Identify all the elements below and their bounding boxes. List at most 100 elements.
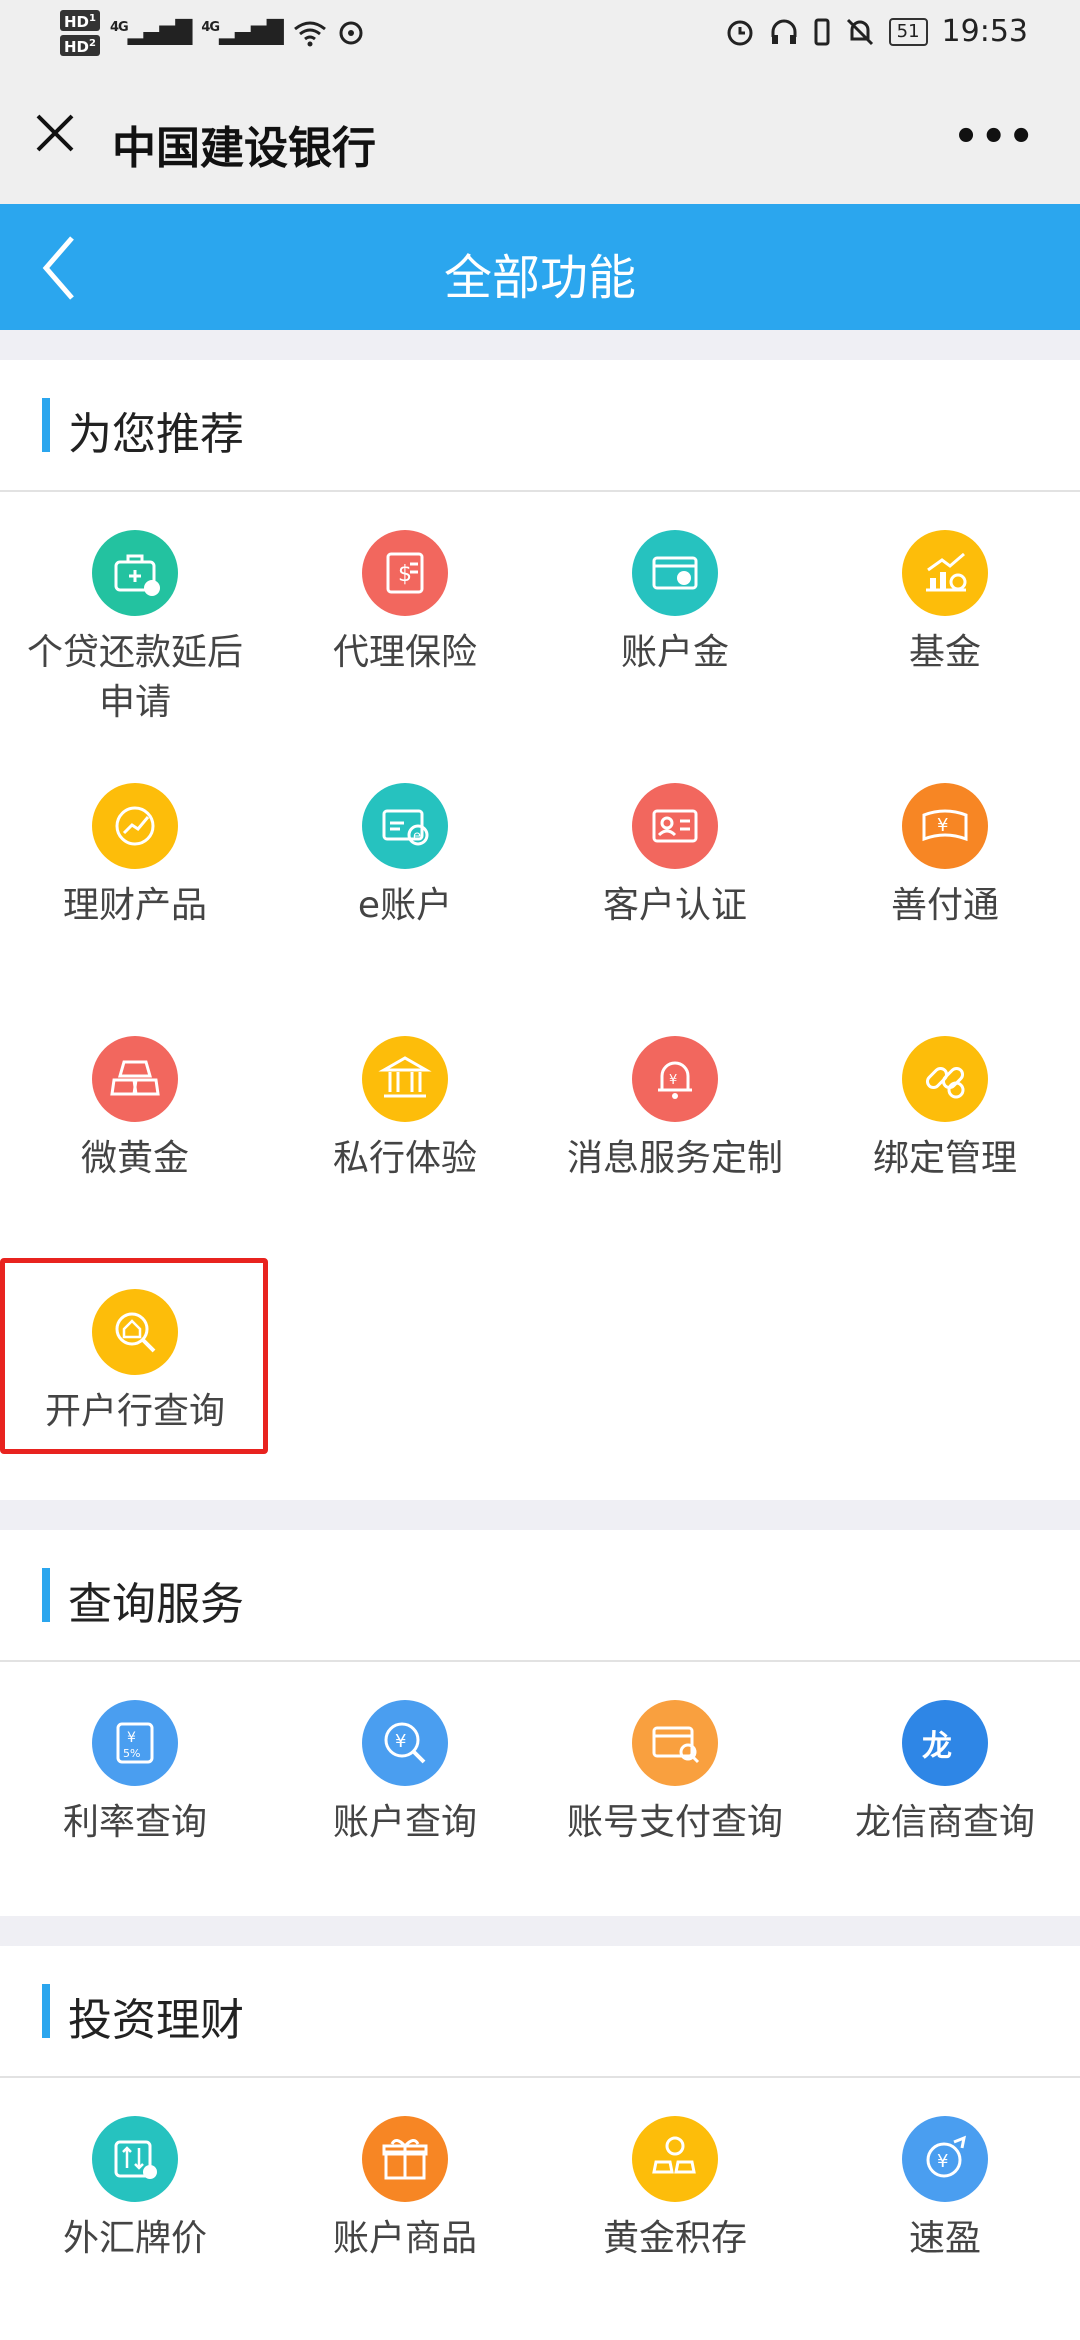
clock: 19:53: [941, 14, 1028, 49]
feature-label: 账号支付查询: [566, 1802, 783, 1843]
gift-box-icon: [362, 2116, 448, 2202]
svg-text:$: $: [398, 562, 412, 587]
fund-chart-icon: [902, 530, 988, 616]
page-header: 全部功能: [0, 204, 1080, 330]
svg-text:¥: ¥: [127, 1730, 136, 1746]
feature-item[interactable]: 账号支付查询: [540, 1662, 810, 1915]
feature-label: 龙信商查询: [854, 1802, 1035, 1843]
signal-2-icon: 4G▂▄▆█: [201, 20, 283, 46]
feature-label: 黄金积存: [602, 2218, 747, 2259]
svg-text:¥: ¥: [937, 2151, 948, 2172]
feature-item[interactable]: 个贷还款延后申请: [0, 492, 270, 745]
svg-text:¥: ¥: [395, 1731, 406, 1752]
account-search-icon: ¥: [362, 1700, 448, 1786]
feature-label: e账户: [357, 885, 453, 926]
section-accent-bar: [42, 1984, 50, 2038]
section-accent-bar: [42, 398, 50, 452]
svg-text:¥: ¥: [937, 815, 948, 836]
longxin-merchant-icon: 龙: [902, 1700, 988, 1786]
feature-label: 速盈: [908, 2218, 981, 2259]
feature-item[interactable]: 外汇牌价: [0, 2078, 270, 2331]
status-left: HD1 HD2 4G▂▄▆█ 4G▂▄▆█: [60, 10, 365, 56]
feature-label: 利率查询: [62, 1802, 207, 1843]
private-bank-building-icon: [362, 1036, 448, 1122]
battery-indicator: 51: [888, 17, 928, 46]
feature-label: 基金: [908, 632, 981, 673]
section-title: 投资理财: [68, 1995, 244, 2046]
section-header: 为您推荐: [0, 360, 1080, 492]
insurance-document-icon: $: [362, 530, 448, 616]
feature-item[interactable]: 微黄金: [0, 998, 270, 1251]
feature-label: 理财产品: [62, 885, 207, 926]
feature-item[interactable]: $ 代理保险: [270, 492, 540, 745]
feature-item[interactable]: ¥5% 利率查询: [0, 1662, 270, 1915]
vibrate-icon: [814, 18, 830, 45]
svg-text:e: e: [413, 829, 421, 844]
feature-label: 账户金: [620, 632, 729, 673]
hd2-badge: HD2: [60, 35, 100, 56]
feature-item[interactable]: 账户金: [540, 492, 810, 745]
notification-bell-icon: ¥: [632, 1036, 718, 1122]
section-accent-bar: [42, 1568, 50, 1622]
feature-label: 客户认证: [602, 885, 747, 926]
alarm-icon: [727, 20, 753, 45]
gold-bars-icon: [92, 1036, 178, 1122]
hd-indicators: HD1 HD2: [60, 10, 100, 56]
mini-program-title-bar: 中国建设银行 •••: [0, 72, 1080, 204]
feature-item[interactable]: 绑定管理: [810, 998, 1080, 1251]
feature-label: 个贷还款延后申请: [26, 632, 243, 723]
feature-item[interactable]: 账户商品: [270, 2078, 540, 2331]
feature-item[interactable]: ¥ 善付通: [810, 745, 1080, 998]
sync-icon: [339, 21, 363, 45]
e-account-card-icon: e: [362, 783, 448, 869]
feature-item[interactable]: ¥ 消息服务定制: [540, 998, 810, 1251]
highlight-box: [0, 1258, 268, 1454]
feature-label: 善付通: [890, 885, 999, 926]
wifi-icon: [293, 21, 326, 47]
feature-item[interactable]: 客户认证: [540, 745, 810, 998]
feature-item[interactable]: 黄金积存: [540, 2078, 810, 2331]
feature-label: 账户商品: [332, 2218, 477, 2259]
feature-item[interactable]: 私行体验: [270, 998, 540, 1251]
section-title: 为您推荐: [68, 409, 244, 460]
forex-rate-icon: [92, 2116, 178, 2202]
svg-text:龙: 龙: [922, 1729, 952, 1764]
feature-item[interactable]: e e账户: [270, 745, 540, 998]
feature-label: 账户查询: [332, 1802, 477, 1843]
feature-item[interactable]: 基金: [810, 492, 1080, 745]
feature-grid: ¥5% 利率查询 ¥ 账户查询 账号支付查询龙龙信商查询: [0, 1662, 1080, 1915]
feature-label: 消息服务定制: [566, 1138, 783, 1179]
quick-earn-icon: ¥: [902, 2116, 988, 2202]
section-header: 投资理财: [0, 1946, 1080, 2078]
feature-item[interactable]: 龙龙信商查询: [810, 1662, 1080, 1915]
section-header: 查询服务: [0, 1530, 1080, 1662]
wealth-trend-icon: [92, 783, 178, 869]
section-query-services: 查询服务 ¥5% 利率查询 ¥ 账户查询 账号支付查询龙龙信商查询: [0, 1530, 1080, 1916]
feature-item[interactable]: ¥ 速盈: [810, 2078, 1080, 2331]
section-title: 查询服务: [68, 1579, 244, 1630]
signal-1-icon: 4G▂▄▆█: [109, 20, 192, 46]
feature-item[interactable]: ¥ 账户查询: [270, 1662, 540, 1915]
status-right: 51 19:53: [725, 14, 1028, 49]
mute-bell-icon: [846, 18, 873, 45]
hd1-badge: HD1: [60, 10, 100, 31]
feature-label: 微黄金: [80, 1138, 189, 1179]
gold-saving-icon: [632, 2116, 718, 2202]
svg-text:5%: 5%: [123, 1747, 140, 1760]
app-title: 中国建设银行: [112, 123, 376, 174]
section-investment: 投资理财 外汇牌价 账户商品 黄金积存 ¥ 速盈: [0, 1946, 1080, 2340]
page-title: 全部功能: [443, 250, 636, 306]
binding-link-icon: [902, 1036, 988, 1122]
headphones-icon: [771, 19, 797, 44]
customer-id-card-icon: [632, 783, 718, 869]
feature-grid: 外汇牌价 账户商品 黄金积存 ¥ 速盈: [0, 2078, 1080, 2331]
feature-label: 外汇牌价: [62, 2218, 207, 2259]
interest-rate-icon: ¥5%: [92, 1700, 178, 1786]
feature-label: 绑定管理: [872, 1138, 1017, 1179]
more-options-icon[interactable]: •••: [953, 114, 1036, 160]
loan-briefcase-icon: [92, 530, 178, 616]
feature-item[interactable]: 理财产品: [0, 745, 270, 998]
close-icon[interactable]: [30, 108, 80, 158]
account-gold-card-icon: [632, 530, 718, 616]
payment-banknote-icon: ¥: [902, 783, 988, 869]
